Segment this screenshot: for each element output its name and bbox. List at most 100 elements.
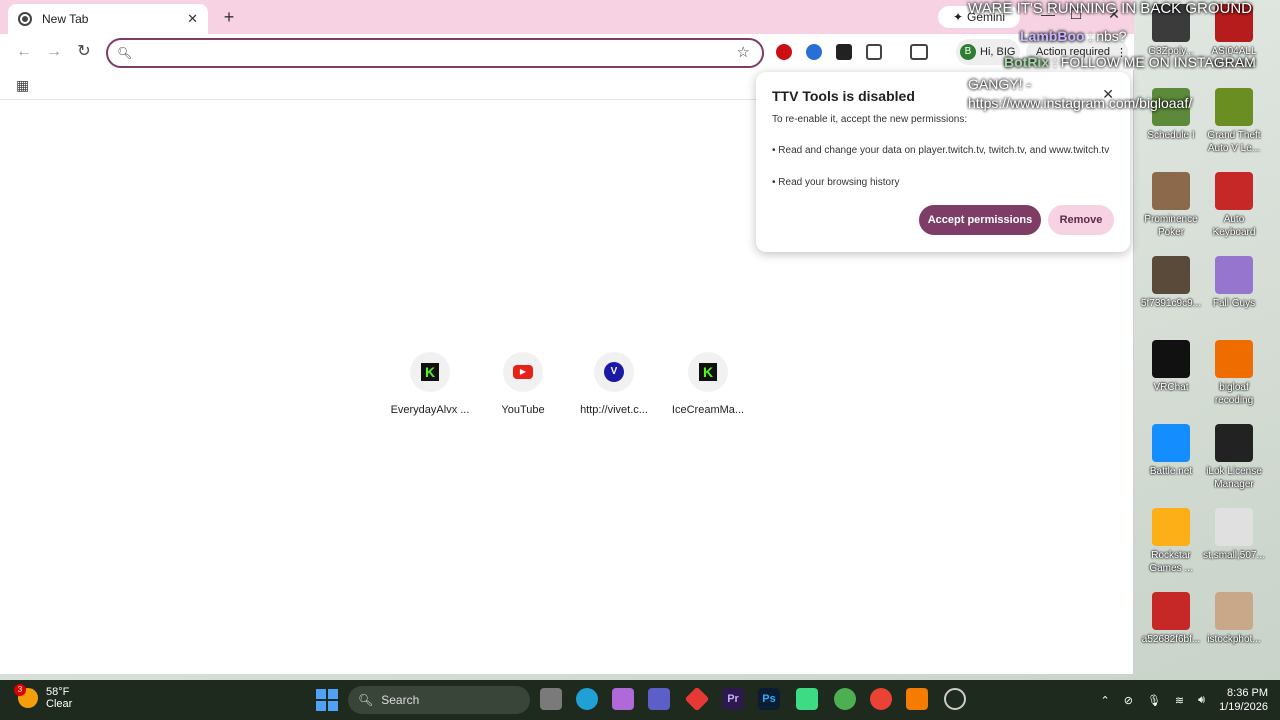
search-icon: 🔍︎ <box>117 46 133 60</box>
avatar: B <box>960 44 976 60</box>
desktop-icon-image <box>1215 88 1253 126</box>
desktop-icon-label: Prominence Poker <box>1144 214 1198 238</box>
weather-icon: 3 <box>14 684 38 708</box>
overlay-text: WARE IT'S RUNNING IN BACK GROUND <box>968 0 1252 17</box>
shortcut-icon-circle: K <box>410 352 450 392</box>
desktop-icon[interactable]: 5f7391c9c9... <box>1139 256 1203 310</box>
forward-button[interactable]: → <box>44 42 64 62</box>
shortcut-label: http://vivet.c... <box>580 404 648 416</box>
desktop-icon-label: st,small,507... <box>1203 550 1265 561</box>
desktop-icon-image <box>1215 172 1253 210</box>
premiere-icon[interactable]: Pr <box>722 688 744 710</box>
taskbar-search[interactable]: 🔍︎ Search <box>348 686 530 714</box>
chevron-up-icon[interactable]: ⌃ <box>1101 694 1110 707</box>
extension-dark-icon[interactable] <box>836 44 852 60</box>
desktop-icon[interactable]: Grand Theft Auto V Le... <box>1202 88 1266 155</box>
tab-search-icon[interactable] <box>910 44 928 60</box>
search-icon: 🔍︎ <box>358 693 374 707</box>
desktop-icon-label: Rockstar Games ... <box>1149 550 1193 574</box>
desktop-icon-image <box>1152 508 1190 546</box>
wifi-icon[interactable]: ≋ <box>1175 694 1184 707</box>
chrome-icon[interactable] <box>870 688 892 710</box>
chat-text: : FOLLOW ME ON INSTAGRAM <box>1053 54 1256 70</box>
tab-close-icon[interactable]: ✕ <box>187 11 198 27</box>
sparkle-icon: ✦ <box>952 10 964 24</box>
desktop-icon[interactable]: Rockstar Games ... <box>1139 508 1203 575</box>
copilot-icon[interactable] <box>612 688 634 710</box>
desktop-icon[interactable]: VRChat <box>1139 340 1203 394</box>
desktop-icon-image <box>1215 340 1253 378</box>
app-orange-icon[interactable] <box>906 688 928 710</box>
desktop-icon-image <box>1215 508 1253 546</box>
desktop-icon-label: bigloaf recoding <box>1214 382 1254 406</box>
address-bar[interactable]: 🔍︎ ☆ <box>106 38 764 68</box>
opera-extension-icon[interactable] <box>776 44 792 60</box>
desktop-icon[interactable]: Fall Guys <box>1202 256 1266 310</box>
shortcut-icon-circle: K <box>688 352 728 392</box>
shortcut-tile[interactable]: K IceCreamMa... <box>664 352 752 416</box>
desktop-icon[interactable]: iLok License Manager <box>1202 424 1266 491</box>
extension-blue-icon[interactable] <box>806 44 822 60</box>
back-button[interactable]: ← <box>14 42 34 62</box>
accept-permissions-button[interactable]: Accept permissions <box>919 205 1041 235</box>
shortcut-tile[interactable]: Vhttp://vivet.c... <box>570 352 658 416</box>
desktop-icon-label: Battle.net <box>1149 466 1193 477</box>
desktop-icon[interactable]: Prominence Poker <box>1139 172 1203 239</box>
task-view-icon[interactable] <box>540 688 562 710</box>
desktop-icon[interactable]: istockphot... <box>1202 592 1266 646</box>
dialog-title: TTV Tools is disabled <box>772 88 915 104</box>
vivet-icon: V <box>604 362 624 382</box>
remove-button[interactable]: Remove <box>1048 205 1114 235</box>
photoshop-icon[interactable]: Ps <box>758 688 780 710</box>
desktop-icon-image <box>1215 424 1253 462</box>
desktop-icon-label: Fall Guys <box>1212 298 1256 309</box>
desktop-icon[interactable]: st,small,507... <box>1202 508 1266 562</box>
apps-grid-icon[interactable]: ▦ <box>16 77 29 94</box>
desktop-icon-image <box>1152 424 1190 462</box>
chat-username: BotRix <box>1004 54 1050 70</box>
youtube-icon: ▶ <box>513 365 533 379</box>
desktop-icon-label: Auto Keyboard <box>1212 214 1256 238</box>
chat-username: LambBoo <box>1020 28 1085 44</box>
system-tray: ⌃ ⊘ 🎙︎ ≋ 🔊︎ 8:36 PM 1/19/2026 <box>1101 686 1269 714</box>
date: 1/19/2026 <box>1219 701 1268 713</box>
weather-widget[interactable]: 3 58°F Clear <box>14 684 72 710</box>
reload-button[interactable]: ↻ <box>74 42 94 62</box>
browser-window: New Tab ✕ + ✦ Gemini — ☐ ✕ ← → ↻ 🔍︎ ☆ B … <box>0 0 1134 674</box>
tab-title: New Tab <box>42 12 89 26</box>
chat-message: LambBoo : nbs? <box>1020 28 1127 44</box>
app-green-icon[interactable] <box>796 688 818 710</box>
desktop-icon[interactable]: a52682f6bf... <box>1139 592 1203 646</box>
kick-icon: K <box>421 363 439 381</box>
taskbar: 3 58°F Clear 🔍︎ Search Pr Ps ⌃ ⊘ 🎙︎ ≋ 🔊︎… <box>0 680 1280 720</box>
chat-message: BotRix : FOLLOW ME ON INSTAGRAM <box>1004 54 1256 70</box>
tab-new-tab[interactable]: New Tab ✕ <box>8 4 208 34</box>
desktop-icon[interactable]: Auto Keyboard <box>1202 172 1266 239</box>
app-circle-icon[interactable] <box>944 688 966 710</box>
microphone-icon[interactable]: 🎙︎ <box>1147 694 1161 707</box>
desktop-icon-image <box>1215 256 1253 294</box>
shortcut-label: YouTube <box>501 404 545 416</box>
desktop-icon-image <box>1215 592 1253 630</box>
app-red-icon[interactable] <box>684 686 710 712</box>
chrome-icon[interactable] <box>834 688 856 710</box>
kick-icon: K <box>699 363 717 381</box>
shortcut-tile[interactable]: ▶ YouTube <box>479 352 567 416</box>
desktop-icon[interactable]: bigloaf recoding <box>1202 340 1266 407</box>
desktop-icon[interactable]: Battle.net <box>1139 424 1203 478</box>
desktop-icon-image <box>1152 592 1190 630</box>
extensions-puzzle-icon[interactable] <box>866 44 882 60</box>
shortcut-tile[interactable]: K EverydayAlvx ... <box>386 352 474 416</box>
desktop-icon-image <box>1152 172 1190 210</box>
bookmark-star-icon[interactable]: ☆ <box>737 43 750 61</box>
shortcut-icon-circle: ▶ <box>503 352 543 392</box>
start-button[interactable] <box>316 689 338 711</box>
teams-icon[interactable] <box>648 688 670 710</box>
new-tab-button[interactable]: + <box>218 6 240 28</box>
taskbar-search-label: Search <box>381 693 420 707</box>
network-off-icon[interactable]: ⊘ <box>1124 694 1133 707</box>
address-input[interactable] <box>136 44 726 62</box>
edge-icon[interactable] <box>576 688 598 710</box>
volume-icon[interactable]: 🔊︎ <box>1198 694 1205 707</box>
clock[interactable]: 8:36 PM 1/19/2026 <box>1219 686 1268 714</box>
